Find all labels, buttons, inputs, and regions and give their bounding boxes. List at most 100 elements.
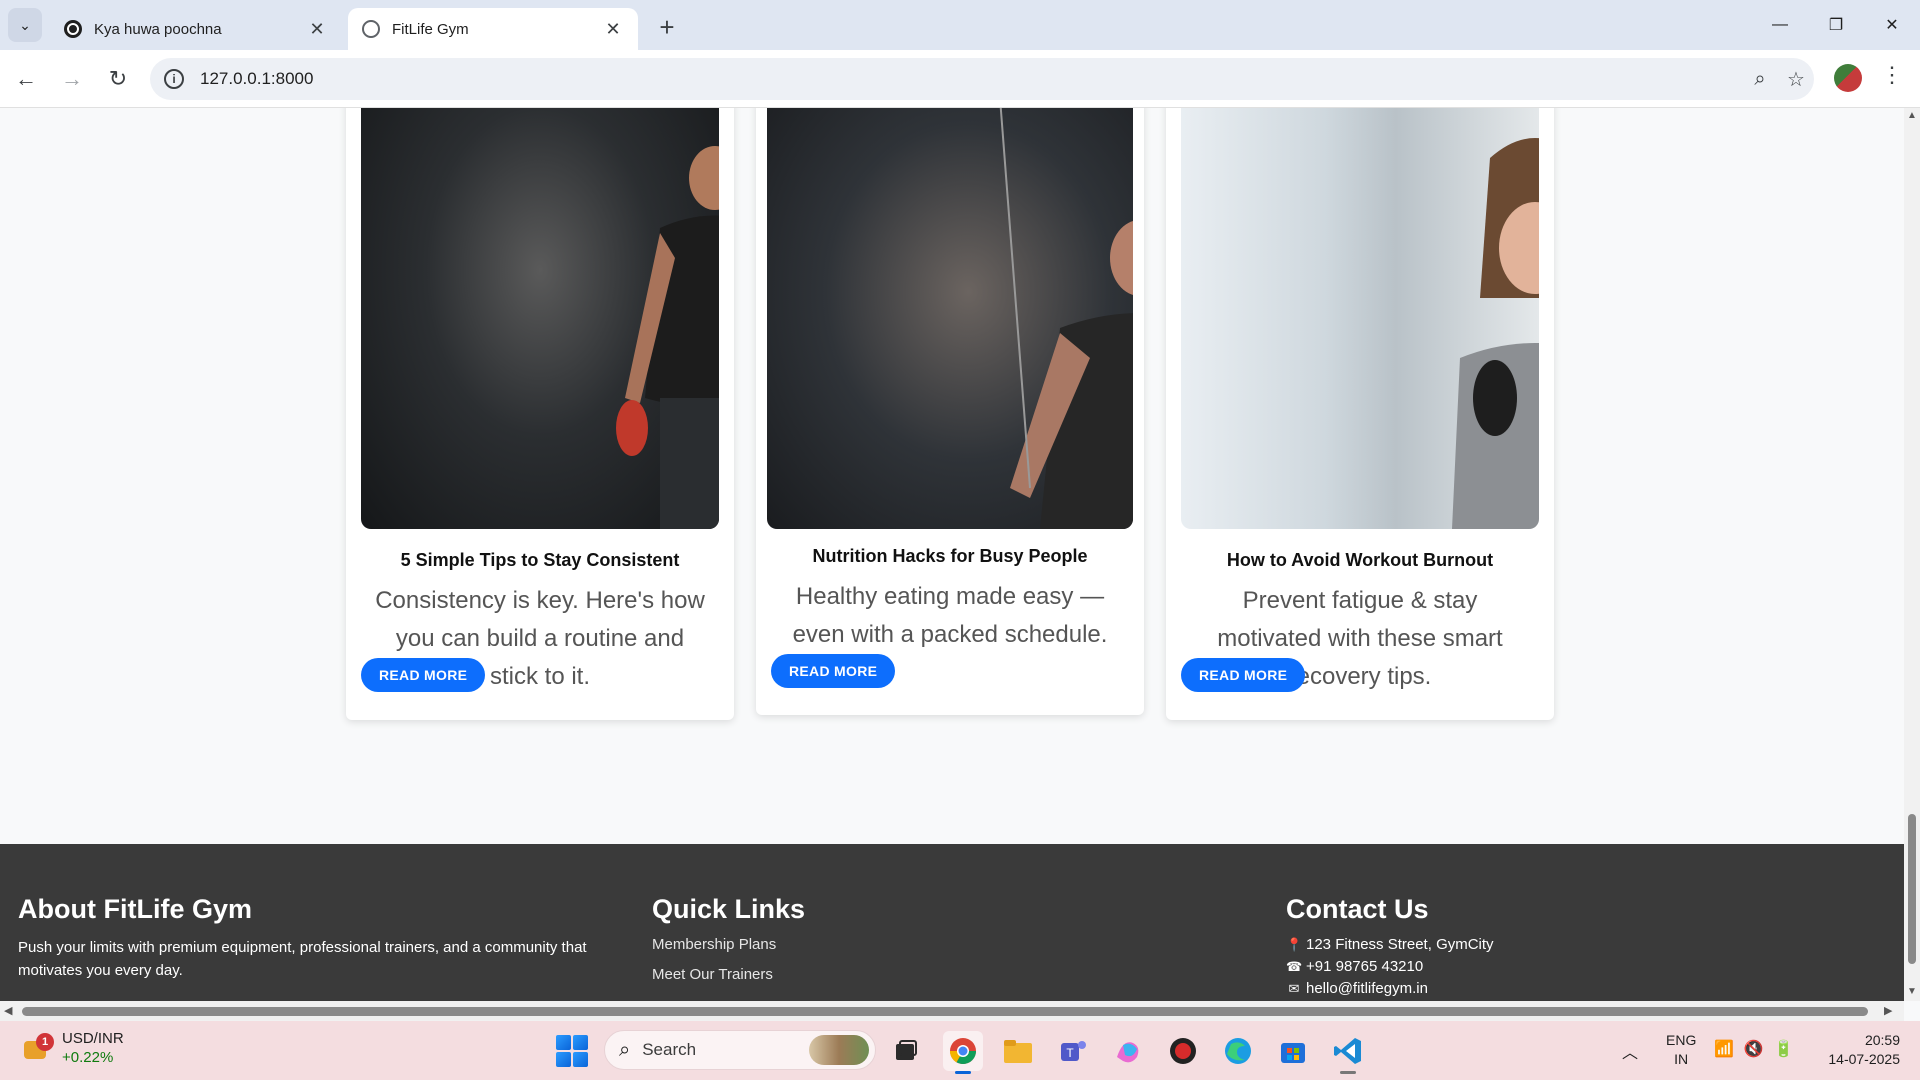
more-menu-icon[interactable]: ⋮ [1880, 62, 1904, 96]
vertical-scrollbar[interactable]: ▲ ▼ [1904, 108, 1920, 1001]
blog-card-image [767, 108, 1133, 529]
file-explorer-icon[interactable] [998, 1031, 1038, 1071]
scroll-left-arrow-icon[interactable]: ◀ [4, 1004, 12, 1017]
search-icon: ⌕ [619, 1038, 631, 1061]
blog-card-image [361, 108, 719, 529]
battery-icon[interactable]: 🔋 [1774, 1039, 1794, 1059]
microsoft-store-icon[interactable] [1273, 1031, 1313, 1071]
athlete-cable-machine-figure [999, 108, 1133, 529]
scroll-up-arrow-icon[interactable]: ▲ [1907, 110, 1917, 121]
clock-time: 20:59 [1864, 1032, 1900, 1048]
taskbar-search-placeholder: Search [642, 1040, 697, 1059]
show-hidden-icons-chevron-icon[interactable]: ︿ [1622, 1039, 1638, 1063]
read-more-button[interactable]: READ MORE [361, 658, 486, 692]
footer-about-heading: About FitLife Gym [18, 894, 252, 924]
input-language-indicator[interactable]: ENG IN [1666, 1031, 1696, 1069]
address-bar[interactable]: i 127.0.0.1:8000 ⌕ ☆ [150, 58, 1814, 100]
system-clock[interactable]: 20:59 14-07-2025 [1816, 1031, 1900, 1069]
currency-pair-label: USD/INR [62, 1030, 124, 1047]
blog-card-title: Nutrition Hacks for Busy People [812, 546, 1088, 566]
woman-dumbbells-figure [1452, 138, 1539, 529]
footer-contact-email: ✉ hello@fitlifegym.in [1286, 980, 1428, 997]
scroll-right-arrow-icon[interactable]: ▶ [1884, 1004, 1892, 1017]
footer-contact-heading: Contact Us [1286, 894, 1429, 924]
restore-icon[interactable]: ❐ [1808, 0, 1864, 50]
windows-start-icon[interactable] [556, 1035, 588, 1067]
horizontal-scroll-thumb[interactable] [22, 1007, 1868, 1016]
url-text[interactable]: 127.0.0.1:8000 [200, 69, 1742, 89]
taskbar-search-box[interactable]: ⌕ Search [604, 1030, 876, 1070]
athlete-dumbbells-figure [616, 146, 719, 529]
page-viewport: 5 Simple Tips to Stay Consistent Consist… [0, 108, 1904, 1001]
tab-strip: ⌄ Kya huwa poochna ✕ FitLife Gym ✕ + — ❐… [0, 0, 1920, 50]
forward-arrow-icon[interactable]: → [52, 59, 92, 99]
blog-card: 5 Simple Tips to Stay Consistent Consist… [346, 108, 734, 720]
wifi-icon[interactable]: 📶 [1714, 1039, 1734, 1059]
blog-card-title: 5 Simple Tips to Stay Consistent [400, 550, 680, 570]
read-more-button[interactable]: READ MORE [771, 654, 896, 688]
teams-icon[interactable]: T [1053, 1031, 1093, 1071]
tab-search-button[interactable]: ⌄ [8, 8, 42, 42]
tab-title: Kya huwa poochna [94, 20, 222, 38]
contact-address-text: 123 Fitness Street, GymCity [1306, 936, 1494, 953]
zoom-icon[interactable]: ⌕ [1742, 61, 1778, 97]
task-view-icon[interactable] [886, 1031, 926, 1071]
chevron-down-icon: ⌄ [19, 16, 31, 33]
tab-fitlife-gym[interactable]: FitLife Gym ✕ [348, 8, 638, 50]
blog-card-title: How to Avoid Workout Burnout [1226, 550, 1494, 570]
globe-favicon-icon [362, 20, 380, 38]
blog-card-image [1181, 108, 1539, 529]
clock-date: 14-07-2025 [1828, 1051, 1900, 1067]
footer-about-text: Push your limits with premium equipment,… [18, 939, 587, 979]
new-tab-plus-icon[interactable]: + [652, 12, 682, 43]
footer-link-membership-plans[interactable]: Membership Plans [652, 936, 776, 953]
minimize-icon[interactable]: — [1752, 0, 1808, 50]
search-highlight-image [809, 1035, 869, 1065]
profile-avatar[interactable] [1834, 64, 1862, 92]
read-more-button[interactable]: READ MORE [1181, 658, 1306, 692]
windows-taskbar: 1 USD/INR +0.22% ⌕ Search T ︿ ENG IN 📶 🔇… [0, 1021, 1920, 1080]
chatgpt-favicon-icon [64, 20, 82, 38]
lang-line2: IN [1674, 1051, 1689, 1067]
tab-kya-huwa-poochna[interactable]: Kya huwa poochna ✕ [50, 8, 342, 50]
map-marker-icon: 📍 [1286, 936, 1303, 952]
scroll-down-arrow-icon[interactable]: ▼ [1907, 986, 1917, 997]
site-info-icon[interactable]: i [164, 69, 184, 89]
lang-line1: ENG [1666, 1032, 1697, 1048]
reload-icon[interactable]: ↻ [98, 59, 138, 99]
speaker-muted-icon[interactable]: 🔇 [1744, 1039, 1764, 1059]
close-window-icon[interactable]: ✕ [1864, 0, 1920, 50]
copilot-icon[interactable] [1108, 1031, 1148, 1071]
chrome-icon[interactable] [943, 1031, 983, 1074]
phone-icon: ☎ [1286, 958, 1303, 974]
tab-title: FitLife Gym [392, 20, 469, 38]
bookmark-star-icon[interactable]: ☆ [1778, 61, 1814, 97]
currency-widget-icon: 1 [22, 1033, 54, 1063]
close-tab-icon[interactable]: ✕ [602, 19, 624, 40]
currency-widget[interactable]: 1 USD/INR +0.22% [22, 1029, 124, 1067]
blog-card-text: Healthy eating made easy — even with a p… [792, 583, 1108, 648]
browser-toolbar: ← → ↻ i 127.0.0.1:8000 ⌕ ☆ ⋮ [0, 50, 1920, 108]
system-tray[interactable]: 📶 🔇 🔋 [1714, 1039, 1794, 1059]
contact-email-text[interactable]: hello@fitlifegym.in [1306, 980, 1428, 997]
footer-contact-address: 📍 123 Fitness Street, GymCity [1286, 936, 1494, 953]
back-arrow-icon[interactable]: ← [6, 59, 46, 99]
blog-card: How to Avoid Workout Burnout Prevent fat… [1166, 108, 1554, 720]
blog-card: Nutrition Hacks for Busy People Healthy … [756, 108, 1144, 715]
currency-change-label: +0.22% [62, 1049, 114, 1066]
footer-contact-phone: ☎ +91 98765 43210 [1286, 958, 1423, 975]
notification-badge: 1 [36, 1033, 54, 1051]
vertical-scroll-thumb[interactable] [1908, 814, 1916, 964]
vscode-icon[interactable] [1328, 1031, 1368, 1074]
envelope-icon: ✉ [1288, 980, 1300, 996]
footer-link-meet-our-trainers[interactable]: Meet Our Trainers [652, 966, 773, 983]
site-footer: About FitLife Gym Push your limits with … [0, 844, 1904, 1001]
edge-icon[interactable] [1218, 1031, 1258, 1071]
security-app-icon[interactable] [1163, 1031, 1203, 1071]
window-controls: — ❐ ✕ [1752, 0, 1920, 50]
horizontal-scrollbar[interactable]: ◀ ▶ [0, 1001, 1904, 1021]
contact-phone-text[interactable]: +91 98765 43210 [1306, 958, 1423, 975]
footer-quick-links-heading: Quick Links [652, 894, 806, 924]
close-tab-icon[interactable]: ✕ [306, 19, 328, 40]
svg-text:T: T [1066, 1046, 1074, 1060]
